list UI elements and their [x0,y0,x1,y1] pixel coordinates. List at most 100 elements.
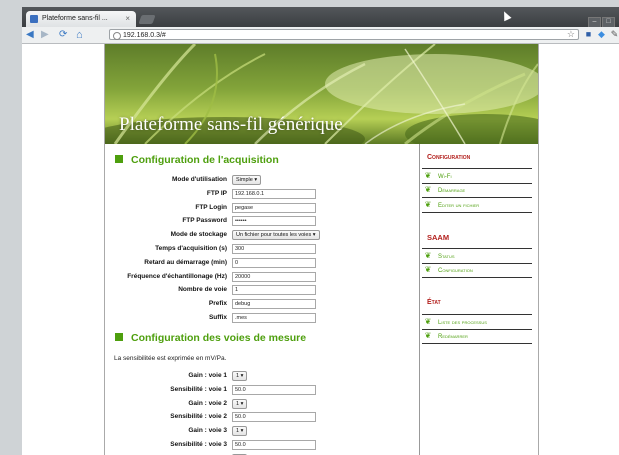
form-row-gain-voie-1: Gain : voie 1 1 ▾ [105,371,419,381]
gain-voie-1-select[interactable]: 1 ▾ [232,371,248,381]
leaf-icon: ❦ [424,317,432,326]
bookmark-star-icon[interactable]: ☆ [567,29,575,40]
browser-window: Plateforme sans-fil ... × – □ ◀ ▶ ⟳ ⌂ 192… [22,7,619,455]
new-tab-button[interactable] [138,15,156,24]
mode-d-utilisation-select[interactable]: Simple ▾ [232,175,262,185]
browser-tab[interactable]: Plateforme sans-fil ... × [26,11,136,27]
reload-icon[interactable]: ⟳ [59,29,67,41]
field-label: Retard au démarrage (min) [144,258,227,266]
title-bar: Plateforme sans-fil ... × – □ [22,7,619,28]
sidebar-item-editer-fichier[interactable]: ❦ Editer un fichier [422,198,532,213]
mode-de-stockage-select[interactable]: Un fichier pour toutes les voies ▾ [232,230,320,241]
ftp-password-input[interactable] [232,216,316,227]
field-label: Mode d'utilisation [172,176,227,183]
page-container: Plateforme sans-fil générique Configurat… [104,44,539,455]
sensibilite-voie-2-input[interactable] [232,412,316,423]
form-row-mode-d-utilisation: Mode d'utilisation Simple ▾ [105,175,419,185]
voies-section-heading: Configuration des voies de mesure [115,332,306,344]
field-label: Gain : voie 2 [188,399,227,407]
field-label: Temps d'acquisition (s) [155,245,227,252]
field-label: Prefix [208,300,227,308]
field-label: Sensibilité : voie 3 [170,441,227,448]
forward-arrow-icon[interactable]: ▶ [41,29,49,41]
form-row-temps-d-acquisition-s: Temps d'acquisition (s) [105,244,419,254]
form-row-nombre-de-voie: Nombre de voie [105,285,419,296]
sidebar-item-liste-processus[interactable]: ❦ Liste des processus [422,314,532,330]
tab-title: Plateforme sans-fil ... [42,15,108,22]
dropdown-arrow-icon: ▾ [239,373,244,379]
form-row-sensibilite-voie-1: Sensibilité : voie 1 [105,384,419,395]
field-label: FTP Password [182,217,227,225]
back-arrow-icon[interactable]: ◀ [26,29,34,41]
mouse-cursor-icon [500,9,512,22]
form-row-ftp-ip: FTP IP [105,188,419,199]
nombre-de-voie-input[interactable] [232,285,316,296]
field-label: Sensibilité : voie 2 [170,413,227,421]
form-row-suffix: Suffix [105,313,419,323]
leaf-icon: ❦ [424,200,432,209]
suffix-input[interactable] [232,313,316,323]
page-viewport: Plateforme sans-fil générique Configurat… [22,44,619,455]
sidebar-item-saam-configuration[interactable]: ❦ Configuration [422,263,532,278]
retard-au-demarrage-min-input[interactable] [232,257,316,268]
form-row-frequence-d-echantillonage-hz: Fréquence d'échantillonage (Hz) [105,271,419,282]
form-row-sensibilite-voie-3: Sensibilité : voie 3 [105,440,419,450]
window-controls: – □ [587,10,615,28]
field-label: Mode de stockage [170,231,227,239]
address-bar[interactable]: 192.168.0.3/# ☆ [109,29,579,40]
leaf-icon: ❦ [424,185,432,194]
form-row-retard-au-demarrage-min: Retard au démarrage (min) [105,257,419,268]
sidebar-item-demarrage[interactable]: ❦ Démarrage [422,183,532,198]
form-row-sensibilite-voie-2: Sensibilité : voie 2 [105,412,419,423]
sidebar-item-status[interactable]: ❦ Status [422,248,532,264]
dropdown-arrow-icon: ▾ [252,177,258,183]
ftp-login-input[interactable] [232,202,316,213]
form-row-prefix: Prefix [105,299,419,310]
close-tab-icon[interactable]: × [125,14,130,23]
sidebar-item-redemarrer[interactable]: ❦ Redémarrer [422,329,532,344]
shield-extension-icon[interactable]: ◆ [596,29,607,40]
leaf-icon: ❦ [424,171,432,180]
sidebar: Configuration ❦ Wi-Fi ❦ Démarrage ❦ Editer … [419,144,539,455]
acquisition-section-heading: Configuration de l'acquisition [115,154,279,166]
sensitivity-note: La sensibilitée est exprimée en mV/Pa. [114,355,227,362]
sidebar-item-wifi[interactable]: ❦ Wi-Fi [422,168,532,184]
field-label: FTP IP [206,189,227,197]
field-label: FTP Login [195,203,227,211]
page-info-icon[interactable] [113,32,121,40]
site-title: Plateforme sans-fil générique [119,114,343,135]
prefix-input[interactable] [232,299,316,310]
dropdown-arrow-icon: ▾ [239,428,244,435]
field-label: Fréquence d'échantillonage (Hz) [127,272,227,280]
browser-toolbar: ◀ ▶ ⟳ ⌂ 192.168.0.3/# ☆ ■ ◆ ✎ [22,27,619,44]
form-row-mode-de-stockage: Mode de stockage Un fichier pour toutes l… [105,230,419,241]
leaf-icon: ❦ [424,251,432,260]
gain-voie-2-select[interactable]: 1 ▾ [232,398,248,409]
sidebar-heading-saam: SAAM [427,233,450,242]
temps-d-acquisition-s-input[interactable] [232,244,316,254]
leaf-icon: ❦ [424,265,432,274]
field-label: Nombre de voie [178,286,227,294]
field-label: Gain : voie 3 [188,427,227,435]
extension-icon[interactable]: ■ [583,29,594,40]
main-content: Configuration de l'acquisition Mode d'ut… [105,144,419,455]
sensibilite-voie-3-input[interactable] [232,440,316,450]
field-label: Gain : voie 1 [188,372,227,379]
header-banner: Plateforme sans-fil générique [105,44,538,144]
form-row-gain-voie-3: Gain : voie 3 1 ▾ [105,426,419,437]
url-text: 192.168.0.3/# [123,32,166,39]
ftp-ip-input[interactable] [232,188,316,199]
home-icon[interactable]: ⌂ [76,29,83,41]
form-row-ftp-login: FTP Login [105,202,419,213]
leaf-icon: ❦ [424,331,432,340]
field-label: Suffix [208,314,227,321]
sidebar-heading-etat: État [427,299,441,306]
gain-voie-3-select[interactable]: 1 ▾ [232,426,248,437]
sensibilite-voie-1-input[interactable] [232,384,316,395]
wrench-menu-icon[interactable]: ✎ [609,29,619,40]
field-label: Sensibilité : voie 1 [170,385,227,393]
dropdown-arrow-icon: ▾ [311,232,316,239]
favicon-icon [30,15,38,23]
sidebar-heading-configuration: Configuration [427,154,471,161]
frequence-d-echantillonage-hz-input[interactable] [232,271,316,282]
